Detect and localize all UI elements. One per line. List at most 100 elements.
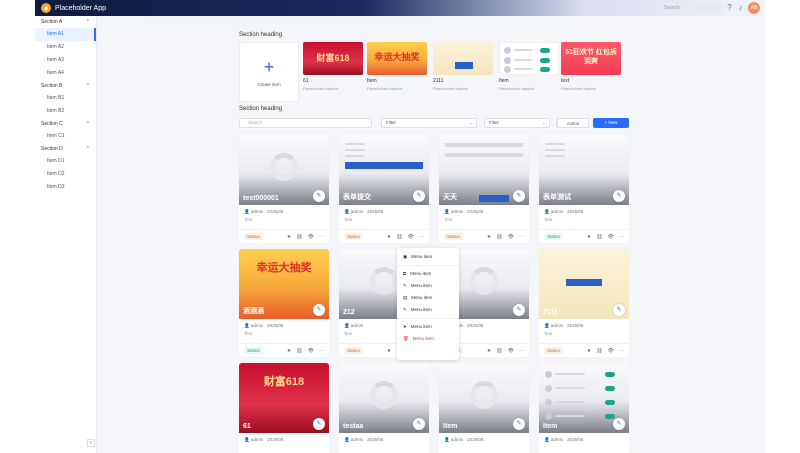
star-icon[interactable]: ★: [287, 348, 291, 354]
eye-icon[interactable]: 👁: [508, 234, 514, 240]
link-icon[interactable]: ⛓: [596, 234, 602, 240]
activity-card[interactable]: 幸运大抽奖 酒酒酒 ✎ 👤 admin · 2025/06 Text Status ★ ⛓ 👁 ⋯: [239, 249, 329, 357]
sidebar-item[interactable]: Item B1: [35, 92, 96, 105]
link-icon[interactable]: ⛓: [396, 234, 402, 240]
activity-search-input[interactable]: Search: [239, 118, 372, 128]
star-icon[interactable]: ★: [487, 234, 491, 240]
create-item-card[interactable]: + Create item: [239, 42, 299, 102]
activity-card[interactable]: test000001 ✎ 👤 admin · 2025/06 Text Status ★ ⛓…: [239, 135, 329, 243]
eye-icon[interactable]: 👁: [308, 348, 314, 354]
sidebar-item[interactable]: Item D1: [35, 155, 96, 168]
sidebar-item[interactable]: Item D3: [35, 181, 96, 194]
sidebar-item[interactable]: Item D2: [35, 168, 96, 181]
card-thumbnail[interactable]: 2111 ✎: [539, 249, 629, 319]
eye-icon[interactable]: 👁: [608, 348, 614, 354]
template-card[interactable]: 51狂欢节 红包拆到爽 text Placeholder caption: [561, 42, 621, 102]
template-card[interactable]: Item Placeholder caption: [499, 42, 559, 102]
activity-card[interactable]: 财富618 61 ✎ 👤 admin · 2025/06: [239, 363, 329, 453]
menu-item[interactable]: ✎ Menu item: [397, 304, 459, 316]
link-icon[interactable]: ⛓: [596, 348, 602, 354]
menu-item[interactable]: ✎ Menu item: [397, 280, 459, 292]
filter-select[interactable]: Filter⌄: [484, 118, 550, 128]
activity-card[interactable]: 天天 ✎ 👤 admin · 2025/06 Text Status ★ ⛓ 👁 ⋯: [439, 135, 529, 243]
edit-icon[interactable]: ✎: [413, 418, 425, 430]
template-card[interactable]: 2111 Placeholder caption: [433, 42, 493, 102]
more-icon[interactable]: ⋯: [419, 234, 424, 240]
activity-card[interactable]: 表单提交 ✎ 👤 admin · 2025/06 Text Status ★ ⛓ 👁 ⋯: [339, 135, 429, 243]
star-icon[interactable]: ★: [387, 348, 391, 354]
sidebar-group[interactable]: Section D ⌃: [35, 143, 96, 155]
menu-item[interactable]: 🗑 Menu item: [397, 333, 459, 345]
card-thumbnail[interactable]: 表单提交 ✎: [339, 135, 429, 205]
activity-card[interactable]: 表单测试 ✎ 👤 admin · 2025/06 Text Status ★ ⛓ 👁 ⋯: [539, 135, 629, 243]
edit-icon[interactable]: ✎: [313, 304, 325, 316]
card-thumbnail[interactable]: 幸运大抽奖 酒酒酒 ✎: [239, 249, 329, 319]
edit-icon[interactable]: ✎: [413, 190, 425, 202]
more-icon[interactable]: ⋯: [619, 348, 624, 354]
avatar[interactable]: AB: [748, 2, 760, 14]
sidebar-item[interactable]: Item A4: [35, 67, 96, 80]
activity-card[interactable]: Item ✎ 👤 admin · 2025/06: [439, 363, 529, 453]
edit-icon[interactable]: ✎: [513, 418, 525, 430]
link-icon[interactable]: ⛓: [496, 348, 502, 354]
template-card[interactable]: 财富618 61 Placeholder caption: [303, 42, 363, 102]
edit-icon[interactable]: ✎: [513, 304, 525, 316]
eye-icon[interactable]: 👁: [308, 234, 314, 240]
menu-item[interactable]: ➤ Menu item: [397, 321, 459, 333]
card-thumbnail[interactable]: test000001 ✎: [239, 135, 329, 205]
card-thumbnail[interactable]: 表单测试 ✎: [539, 135, 629, 205]
link-icon[interactable]: ⛓: [496, 234, 502, 240]
card-thumbnail[interactable]: 天天 ✎: [439, 135, 529, 205]
more-icon[interactable]: ⋯: [519, 234, 524, 240]
edit-icon[interactable]: ✎: [613, 304, 625, 316]
sidebar-item[interactable]: Item C1: [35, 130, 96, 143]
edit-icon[interactable]: ✎: [513, 190, 525, 202]
edit-icon[interactable]: ✎: [613, 190, 625, 202]
sidebar-item[interactable]: Item A3: [35, 54, 96, 67]
activity-card[interactable]: Item ✎ 👤 admin · 2025/06: [539, 363, 629, 453]
edit-icon[interactable]: ✎: [313, 190, 325, 202]
edit-icon[interactable]: ✎: [313, 418, 325, 430]
star-icon[interactable]: ★: [387, 234, 391, 240]
new-item-button[interactable]: + New: [593, 118, 629, 128]
eye-icon[interactable]: 👁: [508, 348, 514, 354]
menu-item[interactable]: ▤ Menu item: [397, 292, 459, 304]
help-icon[interactable]: ?: [725, 3, 734, 12]
link-icon[interactable]: ⛓: [296, 234, 302, 240]
filter-select[interactable]: Filter⌄: [381, 118, 477, 128]
card-thumbnail[interactable]: 财富618 61 ✎: [239, 363, 329, 433]
activity-card[interactable]: testaa ✎ 👤 admin · 2025/06: [339, 363, 429, 453]
star-icon[interactable]: ★: [487, 348, 491, 354]
sidebar-item[interactable]: Item A1: [35, 28, 96, 41]
sidebar-group[interactable]: Section A ⌃: [35, 16, 96, 28]
card-thumbnail[interactable]: testaa ✎: [339, 363, 429, 433]
star-icon[interactable]: ★: [587, 348, 591, 354]
sidebar-group[interactable]: Section B ⌃: [35, 80, 96, 92]
more-icon[interactable]: ⋯: [319, 234, 324, 240]
bell-icon[interactable]: ♪: [736, 3, 745, 12]
sidebar-group[interactable]: Section C ⌃: [35, 118, 96, 130]
brand[interactable]: ◆ Placeholder App: [41, 3, 106, 13]
more-icon[interactable]: ⋯: [319, 348, 324, 354]
activity-card[interactable]: 2111 ✎ 👤 admin · 2025/06 Text Status ★ ⛓ 👁 ⋯: [539, 249, 629, 357]
star-icon[interactable]: ★: [287, 234, 291, 240]
template-card[interactable]: 幸运大抽奖 Item Placeholder caption: [367, 42, 427, 102]
sidebar-item[interactable]: Item A2: [35, 41, 96, 54]
secondary-action-button[interactable]: Action: [557, 118, 589, 128]
eye-icon[interactable]: 👁: [608, 234, 614, 240]
star-icon[interactable]: ★: [587, 234, 591, 240]
eye-icon[interactable]: 👁: [408, 234, 414, 240]
menu-item[interactable]: ⧉ Menu item: [397, 268, 459, 280]
sidebar-item[interactable]: Item B2: [35, 105, 96, 118]
card-thumbnail[interactable]: Item ✎: [439, 363, 529, 433]
edit-icon[interactable]: ✎: [613, 418, 625, 430]
more-icon[interactable]: ⋯: [519, 348, 524, 354]
card-title: 表单提交: [343, 194, 371, 201]
sidebar-collapse-button[interactable]: «: [87, 439, 95, 447]
more-icon[interactable]: ⋯: [619, 234, 624, 240]
global-search-input[interactable]: Search: [660, 3, 722, 13]
menu-item[interactable]: ▣ Menu item: [397, 251, 459, 263]
card-thumbnail[interactable]: Item ✎: [539, 363, 629, 433]
link-icon[interactable]: ⛓: [296, 348, 302, 354]
menu-item-icon: ⧉: [403, 271, 407, 276]
